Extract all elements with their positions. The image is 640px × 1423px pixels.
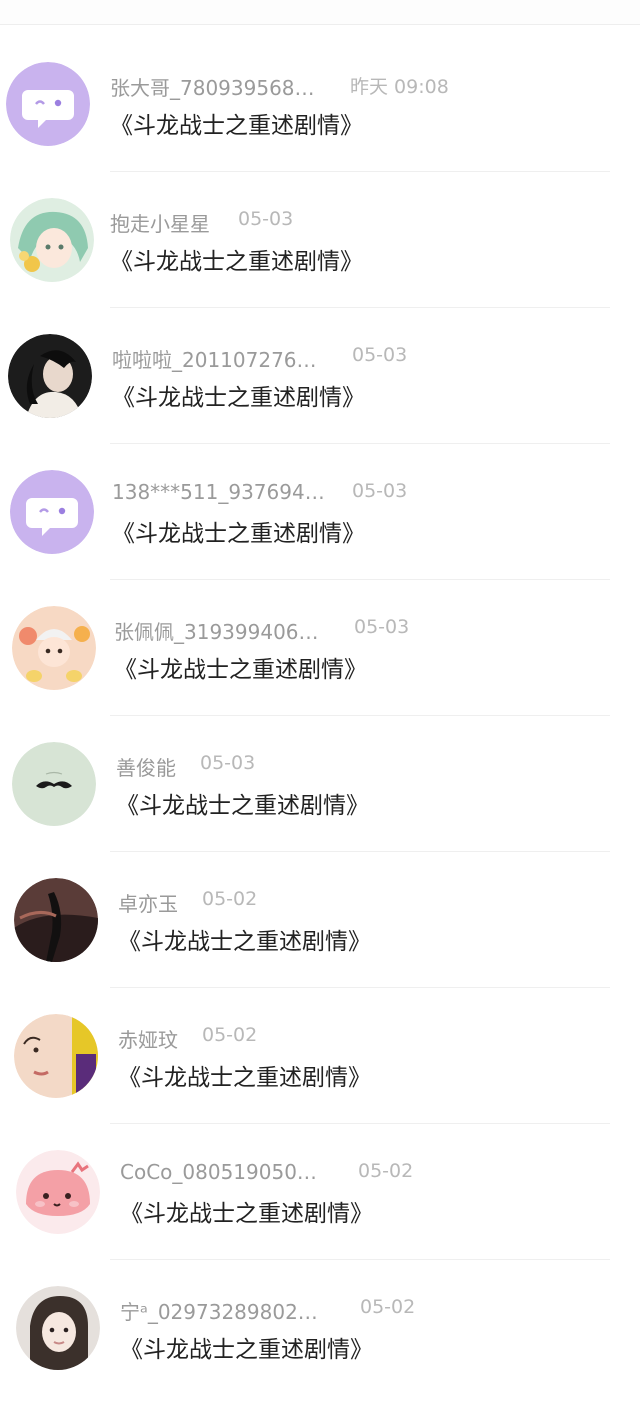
message-title: 《斗龙战士之重述剧情》	[112, 385, 365, 411]
avatar[interactable]	[10, 470, 94, 554]
message-time: 昨天 09:08	[350, 76, 449, 98]
message-time: 05-02	[360, 1296, 416, 1318]
message-time: 05-03	[354, 616, 410, 638]
anime-girl-icon	[10, 198, 94, 282]
message-time: 05-02	[202, 888, 258, 910]
mustache-icon	[12, 742, 96, 826]
chat-bubble-icon	[10, 470, 94, 554]
avatar[interactable]	[16, 1286, 100, 1370]
message-time: 05-03	[238, 208, 294, 230]
list-item[interactable]: 张大哥_780939568… 昨天 09:08 《斗龙战士之重述剧情》	[0, 36, 640, 172]
avatar[interactable]	[10, 198, 94, 282]
list-item[interactable]: 宁ᵃ_02973289802… 05-02 《斗龙战士之重述剧情》	[0, 1260, 640, 1396]
avatar[interactable]	[14, 1014, 98, 1098]
message-title: 《斗龙战士之重述剧情》	[112, 521, 365, 547]
sender-name: CoCo_080519050…	[120, 1160, 317, 1184]
list-item[interactable]: 卓亦玉 05-02 《斗龙战士之重述剧情》	[0, 852, 640, 988]
sender-name: 宁ᵃ_02973289802…	[120, 1300, 318, 1324]
girl-photo-icon	[16, 1286, 100, 1370]
avatar[interactable]	[12, 742, 96, 826]
message-time: 05-03	[200, 752, 256, 774]
sender-name: 抱走小星星	[110, 212, 210, 236]
list-item[interactable]: 善俊能 05-03 《斗龙战士之重述剧情》	[0, 716, 640, 852]
avatar[interactable]	[14, 878, 98, 962]
sender-name: 卓亦玉	[118, 892, 178, 916]
message-title: 《斗龙战士之重述剧情》	[118, 929, 371, 955]
list-item[interactable]: CoCo_080519050… 05-02 《斗龙战士之重述剧情》	[0, 1124, 640, 1260]
cartoon-child-icon	[12, 606, 96, 690]
message-time: 05-03	[352, 344, 408, 366]
sender-name: 138***511_937694…	[112, 480, 325, 504]
avatar[interactable]	[6, 62, 90, 146]
sender-name: 张佩佩_319399406…	[114, 620, 319, 644]
avatar[interactable]	[8, 334, 92, 418]
avatar[interactable]	[16, 1150, 100, 1234]
message-title: 《斗龙战士之重述剧情》	[120, 1201, 373, 1227]
pink-blob-icon	[16, 1150, 100, 1234]
message-title: 《斗龙战士之重述剧情》	[116, 793, 369, 819]
sender-name: 张大哥_780939568…	[110, 76, 315, 100]
list-item[interactable]: 张佩佩_319399406… 05-03 《斗龙战士之重述剧情》	[0, 580, 640, 716]
message-time: 05-02	[202, 1024, 258, 1046]
message-title: 《斗龙战士之重述剧情》	[120, 1337, 373, 1363]
sender-name: 啦啦啦_201107276…	[112, 348, 317, 372]
sender-name: 善俊能	[116, 756, 176, 780]
message-time: 05-02	[358, 1160, 414, 1182]
dark-figure-icon	[14, 878, 98, 962]
message-title: 《斗龙战士之重述剧情》	[114, 657, 367, 683]
list-item[interactable]: 138***511_937694… 05-03 《斗龙战士之重述剧情》	[0, 444, 640, 580]
message-title: 《斗龙战士之重述剧情》	[118, 1065, 371, 1091]
list-item[interactable]: 抱走小星星 05-03 《斗龙战士之重述剧情》	[0, 172, 640, 308]
message-title: 《斗龙战士之重述剧情》	[110, 113, 363, 139]
avatar[interactable]	[12, 606, 96, 690]
top-bar	[0, 0, 640, 25]
sender-name: 赤娅玟	[118, 1028, 178, 1052]
face-closeup-icon	[14, 1014, 98, 1098]
chat-bubble-icon	[6, 62, 90, 146]
message-time: 05-03	[352, 480, 408, 502]
list-item[interactable]: 赤娅玟 05-02 《斗龙战士之重述剧情》	[0, 988, 640, 1124]
list-item[interactable]: 啦啦啦_201107276… 05-03 《斗龙战士之重述剧情》	[0, 308, 640, 444]
message-title: 《斗龙战士之重述剧情》	[110, 249, 363, 275]
message-list: 张大哥_780939568… 昨天 09:08 《斗龙战士之重述剧情》 抱走小星…	[0, 36, 640, 1396]
portrait-icon	[8, 334, 92, 418]
